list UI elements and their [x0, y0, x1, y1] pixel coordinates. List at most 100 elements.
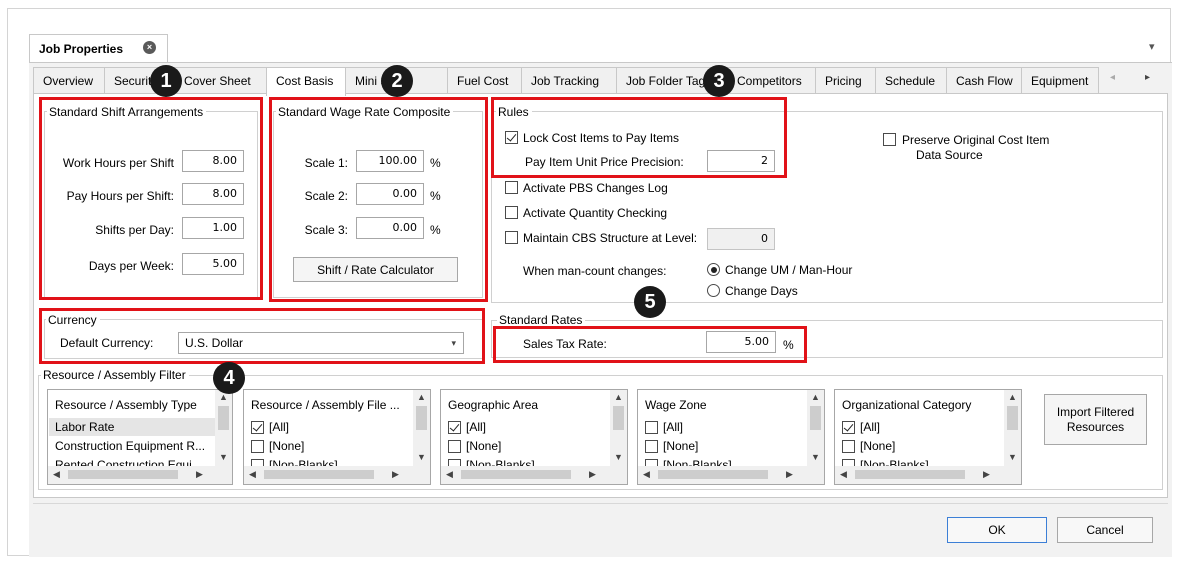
pbs-changes-checkbox[interactable] — [505, 181, 518, 194]
horizontal-scrollbar[interactable]: ◀ ▶ — [48, 466, 232, 484]
man-count-label: When man-count changes: — [523, 264, 667, 278]
tab-cost-basis[interactable]: Cost Basis — [266, 67, 346, 96]
preserve-source-label-1: Preserve Original Cost Item — [902, 133, 1050, 147]
pay-hours-field[interactable]: 8.00 — [182, 183, 244, 205]
work-hours-field[interactable]: 8.00 — [182, 150, 244, 172]
list-header: Wage Zone — [645, 398, 707, 412]
list-header: Resource / Assembly Type — [55, 398, 197, 412]
currency-group-title: Currency — [46, 313, 100, 327]
vertical-scrollbar[interactable]: ▲ ▼ — [1004, 390, 1021, 466]
scale-3-label: Scale 3: — [304, 223, 348, 237]
list-item-checkbox[interactable] — [645, 440, 658, 453]
chevron-down-icon: ▾ — [451, 338, 456, 348]
list-header: Geographic Area — [448, 398, 539, 412]
sales-tax-label: Sales Tax Rate: — [523, 337, 607, 351]
tab-schedule[interactable]: Schedule — [875, 67, 947, 94]
ok-button[interactable]: OK — [947, 517, 1047, 543]
change-days-radio[interactable] — [707, 284, 720, 297]
scale-1-unit: % — [430, 156, 441, 170]
vertical-scrollbar[interactable]: ▲ ▼ — [413, 390, 430, 466]
close-icon[interactable]: × — [143, 41, 156, 54]
list-header: Organizational Category — [842, 398, 972, 412]
lock-cost-items-label: Lock Cost Items to Pay Items — [523, 131, 680, 145]
scale-2-unit: % — [430, 189, 441, 203]
change-days-label: Change Days — [725, 284, 798, 298]
scale-2-field[interactable]: 0.00 — [356, 183, 424, 205]
callout-badge-3: 3 — [703, 65, 735, 97]
callout-badge-4: 4 — [213, 362, 245, 394]
tab-scroll-right-icon[interactable]: ▸ — [1145, 72, 1150, 83]
change-um-radio[interactable] — [707, 263, 720, 276]
list-item-checkbox[interactable] — [448, 440, 461, 453]
tab-fuel-cost[interactable]: Fuel Cost — [447, 67, 522, 94]
geographic-area-list[interactable]: Geographic Area [All] [None] [Non-Blanks… — [440, 389, 628, 485]
precision-field[interactable]: 2 — [707, 150, 775, 172]
list-item[interactable]: [None] — [269, 439, 304, 453]
quantity-checking-checkbox[interactable] — [505, 206, 518, 219]
tab-pricing[interactable]: Pricing — [815, 67, 876, 94]
cancel-button[interactable]: Cancel — [1057, 517, 1153, 543]
list-item[interactable]: [All] — [466, 420, 486, 434]
horizontal-scrollbar[interactable]: ◀ ▶ — [441, 466, 627, 484]
cbs-structure-label: Maintain CBS Structure at Level: — [523, 231, 698, 245]
list-item-checkbox[interactable] — [842, 421, 855, 434]
tab-job-tracking[interactable]: Job Tracking — [521, 67, 617, 94]
scale-3-field[interactable]: 0.00 — [356, 217, 424, 239]
doc-tab-title: Job Properties — [39, 42, 124, 56]
list-item-checkbox[interactable] — [645, 421, 658, 434]
horizontal-scrollbar[interactable]: ◀ ▶ — [835, 466, 1021, 484]
list-item-checkbox[interactable] — [251, 440, 264, 453]
organizational-category-list[interactable]: Organizational Category [All] [None] [No… — [834, 389, 1022, 485]
default-currency-value: U.S. Dollar — [185, 336, 244, 350]
tab-cover-sheet[interactable]: Cover Sheet — [174, 67, 267, 94]
tab-scroll-left-icon[interactable]: ◂ — [1110, 72, 1115, 83]
list-item[interactable]: [None] — [663, 439, 698, 453]
shift-group-title: Standard Shift Arrangements — [47, 105, 207, 119]
wage-zone-list[interactable]: Wage Zone [All] [None] [Non-Blanks] ▲ ▼ ◀… — [637, 389, 825, 485]
resource-type-list[interactable]: Resource / Assembly Type Labor Rate Cons… — [47, 389, 233, 485]
tab-competitors[interactable]: Competitors — [727, 67, 816, 94]
pbs-changes-label: Activate PBS Changes Log — [523, 181, 668, 195]
shifts-per-day-field[interactable]: 1.00 — [182, 217, 244, 239]
import-filtered-resources-button[interactable]: Import Filtered Resources — [1044, 394, 1147, 445]
default-currency-label: Default Currency: — [60, 336, 154, 350]
list-item-checkbox[interactable] — [842, 440, 855, 453]
cbs-level-field[interactable]: 0 — [707, 228, 775, 250]
default-currency-select[interactable]: U.S. Dollar ▾ — [178, 332, 464, 354]
horizontal-scrollbar[interactable]: ◀ ▶ — [638, 466, 824, 484]
list-header: Resource / Assembly File ... — [251, 398, 400, 412]
cbs-structure-checkbox[interactable] — [505, 231, 518, 244]
list-item[interactable]: Construction Equipment R... — [55, 439, 205, 453]
scale-1-field[interactable]: 100.00 — [356, 150, 424, 172]
tab-overview[interactable]: Overview — [33, 67, 105, 94]
list-item[interactable]: [All] — [860, 420, 880, 434]
callout-badge-1: 1 — [150, 65, 182, 97]
doc-tab-job-properties[interactable]: Job Properties × — [29, 34, 168, 63]
days-per-week-label: Days per Week: — [88, 259, 174, 273]
vertical-scrollbar[interactable]: ▲ ▼ — [610, 390, 627, 466]
standard-rates-title: Standard Rates — [497, 313, 586, 327]
list-item-checkbox[interactable] — [251, 421, 264, 434]
lock-cost-items-checkbox[interactable] — [505, 131, 518, 144]
scale-1-label: Scale 1: — [304, 156, 348, 170]
tab-cash-flow[interactable]: Cash Flow — [946, 67, 1022, 94]
list-item[interactable]: [None] — [860, 439, 895, 453]
horizontal-scrollbar[interactable]: ◀ ▶ — [244, 466, 430, 484]
list-item-checkbox[interactable] — [448, 421, 461, 434]
collapse-icon[interactable]: ▾ — [1149, 40, 1155, 53]
vertical-scrollbar[interactable]: ▲ ▼ — [215, 390, 232, 466]
tab-equipment[interactable]: Equipment — [1021, 67, 1099, 94]
import-button-line-1: Import Filtered — [1056, 404, 1135, 419]
preserve-source-checkbox[interactable] — [883, 133, 896, 146]
resource-file-list[interactable]: Resource / Assembly File ... [All] [None… — [243, 389, 431, 485]
list-item[interactable]: [None] — [466, 439, 501, 453]
list-item[interactable]: [All] — [663, 420, 683, 434]
shift-rate-calculator-button[interactable]: Shift / Rate Calculator — [293, 257, 458, 282]
sales-tax-field[interactable]: 5.00 — [706, 331, 776, 353]
list-item[interactable]: [All] — [269, 420, 289, 434]
days-per-week-field[interactable]: 5.00 — [182, 253, 244, 275]
list-item[interactable]: Labor Rate — [55, 420, 114, 434]
filter-group-title: Resource / Assembly Filter — [41, 368, 189, 382]
vertical-scrollbar[interactable]: ▲ ▼ — [807, 390, 824, 466]
sales-tax-unit: % — [783, 338, 794, 352]
